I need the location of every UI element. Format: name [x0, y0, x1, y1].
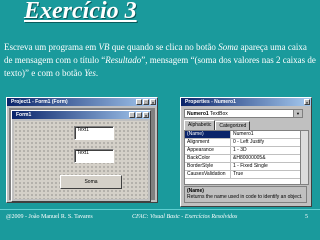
slide-title: Exercício 3	[24, 0, 137, 24]
footer-copyright: @2009 - João Manuel R. S. Tavares	[6, 214, 93, 220]
maximize-icon[interactable]: □	[143, 99, 149, 105]
minimize-icon[interactable]: _	[129, 112, 135, 118]
form1-titlebar[interactable]: Form1 _ □ ×	[12, 111, 150, 119]
tab-categorized[interactable]: Categorized	[215, 121, 251, 130]
object-type: TextBox	[210, 111, 228, 117]
footer-divider	[0, 209, 320, 210]
form1-body: Text1 Text1 Soma	[14, 121, 148, 199]
property-row[interactable]: Alignment 0 - Left Justify	[185, 139, 308, 147]
text1-textbox[interactable]: Text1	[74, 126, 114, 140]
form1-title: Form1	[16, 112, 32, 118]
tab-alphabetic[interactable]: Alphabetic	[184, 120, 216, 130]
soma-button[interactable]: Soma	[60, 175, 122, 189]
property-help: (Name) Returns the name used in code to …	[184, 186, 307, 203]
help-description: Returns the name used in code to identif…	[187, 194, 303, 200]
page-number: 5	[305, 214, 308, 220]
close-icon[interactable]: ×	[150, 99, 156, 105]
property-row[interactable]: (Name) Numero1	[185, 131, 308, 139]
chevron-down-icon[interactable]: ▼	[293, 110, 302, 117]
footer-course: CFAC: Visual Basic - Exercícios Resolvid…	[132, 214, 238, 220]
property-row[interactable]: BorderStyle 1 - Fixed Single	[185, 163, 308, 171]
project-window-titlebar[interactable]: Project1 - Form1 (Form) _ □ ×	[7, 98, 157, 106]
properties-window: Properties - Numero1 × Numero1 TextBox ▼…	[180, 97, 312, 207]
close-icon[interactable]: ×	[143, 112, 149, 118]
project-window: Project1 - Form1 (Form) _ □ × Form1 _ □ …	[6, 97, 158, 203]
text2-textbox[interactable]: Text1	[74, 149, 114, 163]
properties-title: Properties - Numero1	[185, 99, 236, 105]
object-selector[interactable]: Numero1 TextBox ▼	[184, 109, 303, 118]
property-grid-scrollbar[interactable]	[300, 131, 308, 184]
project-window-title: Project1 - Form1 (Form)	[11, 99, 68, 105]
form1-window[interactable]: Form1 _ □ × Text1 Text1 Soma	[11, 110, 151, 202]
property-row[interactable]: BackColor &H80000005&	[185, 155, 308, 163]
object-name: Numero1	[187, 111, 209, 117]
property-grid: (Name) Numero1 Alignment 0 - Left Justify …	[184, 130, 309, 185]
property-row[interactable]: CausesValidation True	[185, 171, 308, 179]
minimize-icon[interactable]: _	[136, 99, 142, 105]
maximize-icon[interactable]: □	[136, 112, 142, 118]
close-icon[interactable]: ×	[304, 99, 310, 105]
designer-area: Form1 _ □ × Text1 Text1 Soma	[9, 108, 155, 202]
exercise-description: Escreva um programa em VB que quando se …	[4, 42, 316, 78]
properties-titlebar[interactable]: Properties - Numero1 ×	[181, 98, 311, 106]
property-row[interactable]: Appearance 1 - 3D	[185, 147, 308, 155]
